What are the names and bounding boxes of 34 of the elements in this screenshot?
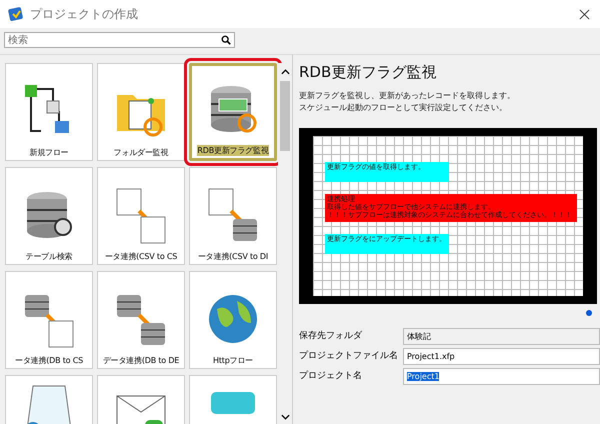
template-tile[interactable]: フォルダー監視 (97, 63, 185, 161)
template-label: RDB更新フラグ監視 (197, 145, 269, 156)
template-label: 新規フロー (29, 147, 68, 158)
template-label: テーブル検索 (26, 251, 72, 262)
app-icon (8, 6, 24, 22)
close-icon[interactable] (579, 8, 590, 20)
page-indicator-dot[interactable] (586, 310, 592, 316)
text-field[interactable]: Project1.xfp (403, 348, 600, 365)
template-tile[interactable]: ータ連携(DB to CS (5, 271, 93, 369)
template-tile[interactable]: ータ連携(CSV to CS (97, 167, 185, 265)
template-label: Httpフロー (213, 355, 253, 366)
search-icon (221, 35, 231, 45)
template-label: ータ連携(CSV to DI (198, 251, 268, 262)
field-label: 保存先フォルダ (299, 330, 363, 343)
template-title: RDB更新フラグ監視 (299, 63, 438, 82)
field-label: プロジェクトファイル名 (299, 349, 399, 363)
template-label: データ連携(DB to DE (102, 355, 180, 366)
template-label: ータ連携(CSV to CS (104, 251, 178, 262)
template-tile[interactable]: テーブル検索 (5, 167, 93, 265)
window-title: プロジェクトの作成 (30, 6, 139, 22)
search-field[interactable]: 検索 (4, 32, 235, 48)
template-tile[interactable]: Httpフロー (189, 271, 277, 369)
scroll-thumb[interactable] (280, 81, 290, 151)
template-tile[interactable]: ータ連携(CSV to DI (189, 167, 277, 265)
description-text: スケジュール起動のフローとして実行設定してください。 (299, 102, 508, 114)
template-label: ータ連携(DB to CS (15, 355, 83, 366)
field-label: プロジェクト名 (299, 369, 363, 383)
template-tile[interactable]: データ連携(DB to DE (97, 271, 185, 369)
template-tile[interactable]: 新規フロー (5, 63, 93, 161)
scroll-up-icon[interactable] (280, 69, 290, 75)
template-label: フォルダー監視 (114, 147, 168, 158)
description-text: 更新フラグを監視し、更新があったレコードを取得します。 (299, 90, 516, 102)
text-field[interactable]: Project1 (403, 368, 600, 385)
scroll-down-icon[interactable] (280, 414, 290, 420)
